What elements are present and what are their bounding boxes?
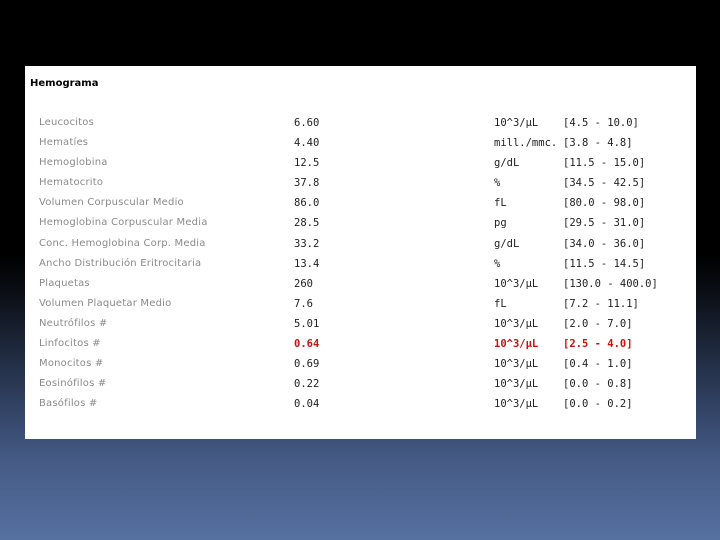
- test-value: 86.0: [294, 197, 320, 210]
- reference-range: [11.5 - 15.0]: [563, 157, 646, 170]
- test-unit: 10^3/µL: [494, 358, 539, 371]
- reference-range: [80.0 - 98.0]: [563, 197, 646, 210]
- report-panel: Hemograma Leucocitos 6.60 10^3/µL [4.5 -…: [25, 66, 696, 439]
- test-unit: 10^3/µL: [494, 338, 539, 351]
- reference-range: [0.0 - 0.2]: [563, 398, 633, 411]
- test-name: Hematíes: [39, 137, 89, 149]
- test-value: 0.64: [294, 338, 320, 351]
- table-row: Hematocrito 37.8 % [34.5 - 42.5]: [25, 173, 696, 193]
- test-value: 13.4: [294, 257, 320, 270]
- test-unit: 10^3/µL: [494, 398, 539, 411]
- test-unit: 10^3/µL: [494, 317, 539, 330]
- test-name: Hemoglobina Corpuscular Media: [39, 217, 208, 229]
- test-value: 0.22: [294, 378, 320, 391]
- test-value: 0.69: [294, 358, 320, 371]
- test-name: Eosinófilos #: [39, 378, 107, 390]
- reference-range: [34.5 - 42.5]: [563, 177, 646, 190]
- test-name: Leucocitos: [39, 117, 95, 128]
- reference-range: [0.4 - 1.0]: [563, 358, 633, 371]
- test-unit: %: [494, 257, 501, 270]
- test-value: 37.8: [294, 177, 320, 190]
- test-unit: %: [494, 177, 501, 190]
- test-unit: 10^3/µL: [494, 117, 539, 129]
- reference-range: [4.5 - 10.0]: [563, 117, 639, 129]
- test-unit: 10^3/µL: [494, 277, 539, 290]
- reference-range: [130.0 - 400.0]: [563, 277, 658, 290]
- test-unit: fL: [494, 197, 507, 210]
- table-row: Conc. Hemoglobina Corp. Media 33.2 g/dL …: [25, 234, 696, 254]
- test-name: Conc. Hemoglobina Corp. Media: [39, 237, 206, 249]
- table-row: Plaquetas 260 10^3/µL [130.0 - 400.0]: [25, 274, 696, 294]
- test-value: 0.04: [294, 398, 320, 411]
- results-table: Leucocitos 6.60 10^3/µL [4.5 - 10.0] Hem…: [25, 113, 696, 414]
- reference-range: [3.8 - 4.8]: [563, 137, 633, 150]
- test-unit: g/dL: [494, 157, 520, 170]
- test-value: 33.2: [294, 237, 320, 250]
- test-name: Plaquetas: [39, 277, 90, 289]
- test-value: 260: [294, 277, 313, 290]
- table-row: Hemoglobina Corpuscular Media 28.5 pg [2…: [25, 213, 696, 233]
- test-name: Basófilos #: [39, 398, 98, 410]
- test-value: 6.60: [294, 117, 320, 129]
- reference-range: [11.5 - 14.5]: [563, 257, 646, 270]
- test-unit: mill./mmc.: [494, 137, 558, 150]
- test-unit: pg: [494, 217, 507, 230]
- table-row: Hematíes 4.40 mill./mmc. [3.8 - 4.8]: [25, 133, 696, 153]
- test-name: Hemoglobina: [39, 157, 108, 169]
- reference-range: [2.0 - 7.0]: [563, 317, 633, 330]
- test-name: Linfocitos #: [39, 338, 101, 350]
- test-value: 12.5: [294, 157, 320, 170]
- table-row: Leucocitos 6.60 10^3/µL [4.5 - 10.0]: [25, 113, 696, 133]
- test-unit: fL: [494, 297, 507, 310]
- table-row: Volumen Plaquetar Medio 7.6 fL [7.2 - 11…: [25, 294, 696, 314]
- table-row: Monocitos # 0.69 10^3/µL [0.4 - 1.0]: [25, 354, 696, 374]
- table-row: Basófilos # 0.04 10^3/µL [0.0 - 0.2]: [25, 394, 696, 414]
- table-row: Linfocitos # 0.64 10^3/µL [2.5 - 4.0]: [25, 334, 696, 354]
- test-name: Hematocrito: [39, 177, 104, 189]
- table-row: Neutrófilos # 5.01 10^3/µL [2.0 - 7.0]: [25, 314, 696, 334]
- reference-range: [0.0 - 0.8]: [563, 378, 633, 391]
- test-value: 5.01: [294, 317, 320, 330]
- test-name: Neutrófilos #: [39, 317, 108, 329]
- test-name: Volumen Plaquetar Medio: [39, 297, 172, 309]
- table-row: Ancho Distribución Eritrocitaria 13.4 % …: [25, 254, 696, 274]
- reference-range: [29.5 - 31.0]: [563, 217, 646, 230]
- table-row: Hemoglobina 12.5 g/dL [11.5 - 15.0]: [25, 153, 696, 173]
- test-value: 28.5: [294, 217, 320, 230]
- reference-range: [7.2 - 11.1]: [563, 297, 639, 310]
- test-unit: 10^3/µL: [494, 378, 539, 391]
- table-row: Volumen Corpuscular Medio 86.0 fL [80.0 …: [25, 193, 696, 213]
- reference-range: [34.0 - 36.0]: [563, 237, 646, 250]
- test-name: Volumen Corpuscular Medio: [39, 197, 184, 209]
- test-unit: g/dL: [494, 237, 520, 250]
- reference-range: [2.5 - 4.0]: [563, 338, 633, 351]
- test-name: Monocitos #: [39, 358, 104, 370]
- table-row: Eosinófilos # 0.22 10^3/µL [0.0 - 0.8]: [25, 374, 696, 394]
- test-value: 7.6: [294, 297, 313, 310]
- test-name: Ancho Distribución Eritrocitaria: [39, 257, 202, 269]
- report-title: Hemograma: [30, 78, 99, 89]
- test-value: 4.40: [294, 137, 320, 150]
